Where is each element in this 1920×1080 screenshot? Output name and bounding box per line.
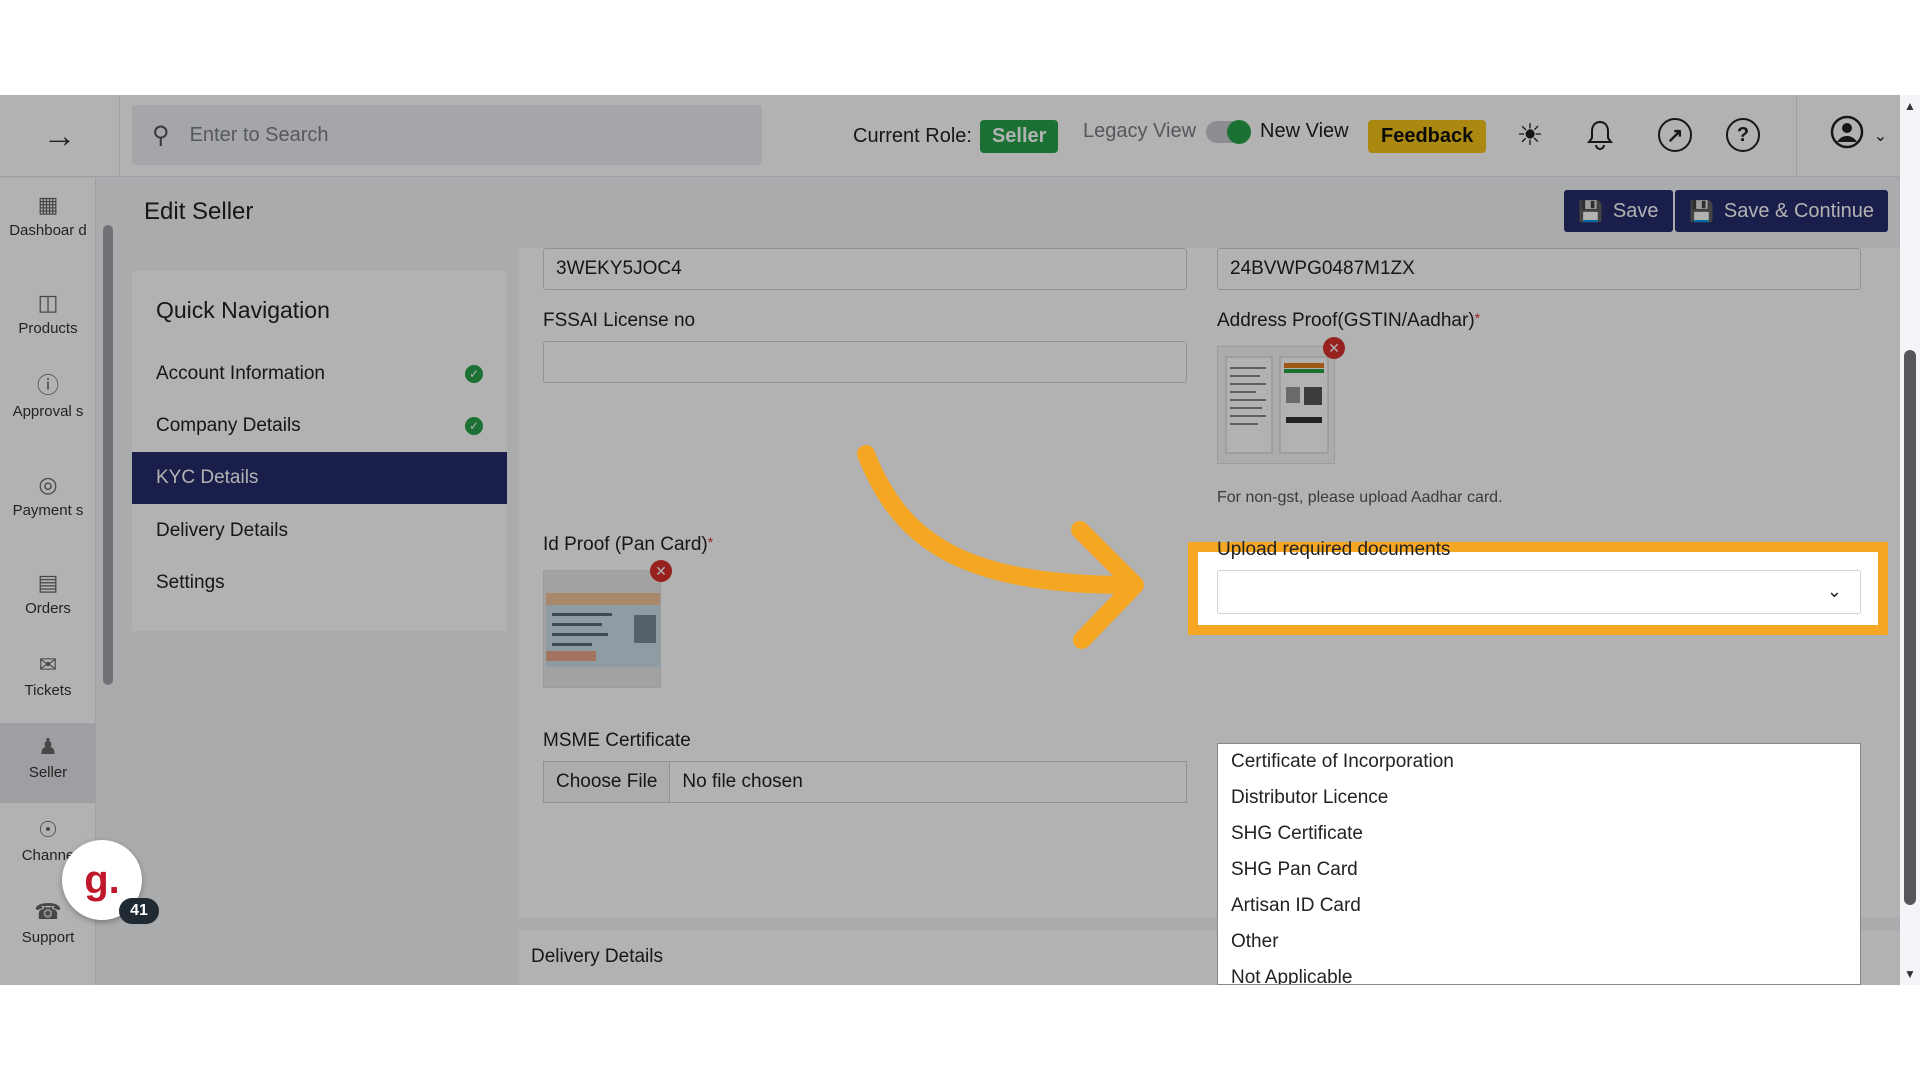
chevron-down-icon: ⌄ xyxy=(1826,581,1842,601)
notification-count-badge: 41 xyxy=(119,898,159,924)
upload-documents-select[interactable]: ⌄ xyxy=(1217,570,1861,614)
dropdown-option[interactable]: Certificate of Incorporation xyxy=(1218,744,1860,780)
dropdown-option[interactable]: Distributor Licence xyxy=(1218,780,1860,816)
page-scrollbar[interactable]: ▲ ▼ xyxy=(1900,95,1920,985)
app-window: → ⚲ Current Role: Seller Legacy View New… xyxy=(0,95,1920,985)
dropdown-option[interactable]: Not Applicable xyxy=(1218,960,1860,984)
scroll-down-arrow[interactable]: ▼ xyxy=(1904,967,1916,981)
dropdown-option[interactable]: Artisan ID Card xyxy=(1218,888,1860,924)
upload-documents-dropdown: Certificate of Incorporation Distributor… xyxy=(1217,743,1861,985)
dropdown-option[interactable]: SHG Pan Card xyxy=(1218,852,1860,888)
dropdown-option[interactable]: Other xyxy=(1218,924,1860,960)
scroll-up-arrow[interactable]: ▲ xyxy=(1904,99,1916,113)
scrollbar-thumb[interactable] xyxy=(1904,350,1916,905)
upload-documents-label: Upload required documents xyxy=(1217,539,1451,560)
annotation-arrow xyxy=(857,445,1144,649)
dropdown-option[interactable]: SHG Certificate xyxy=(1218,816,1860,852)
